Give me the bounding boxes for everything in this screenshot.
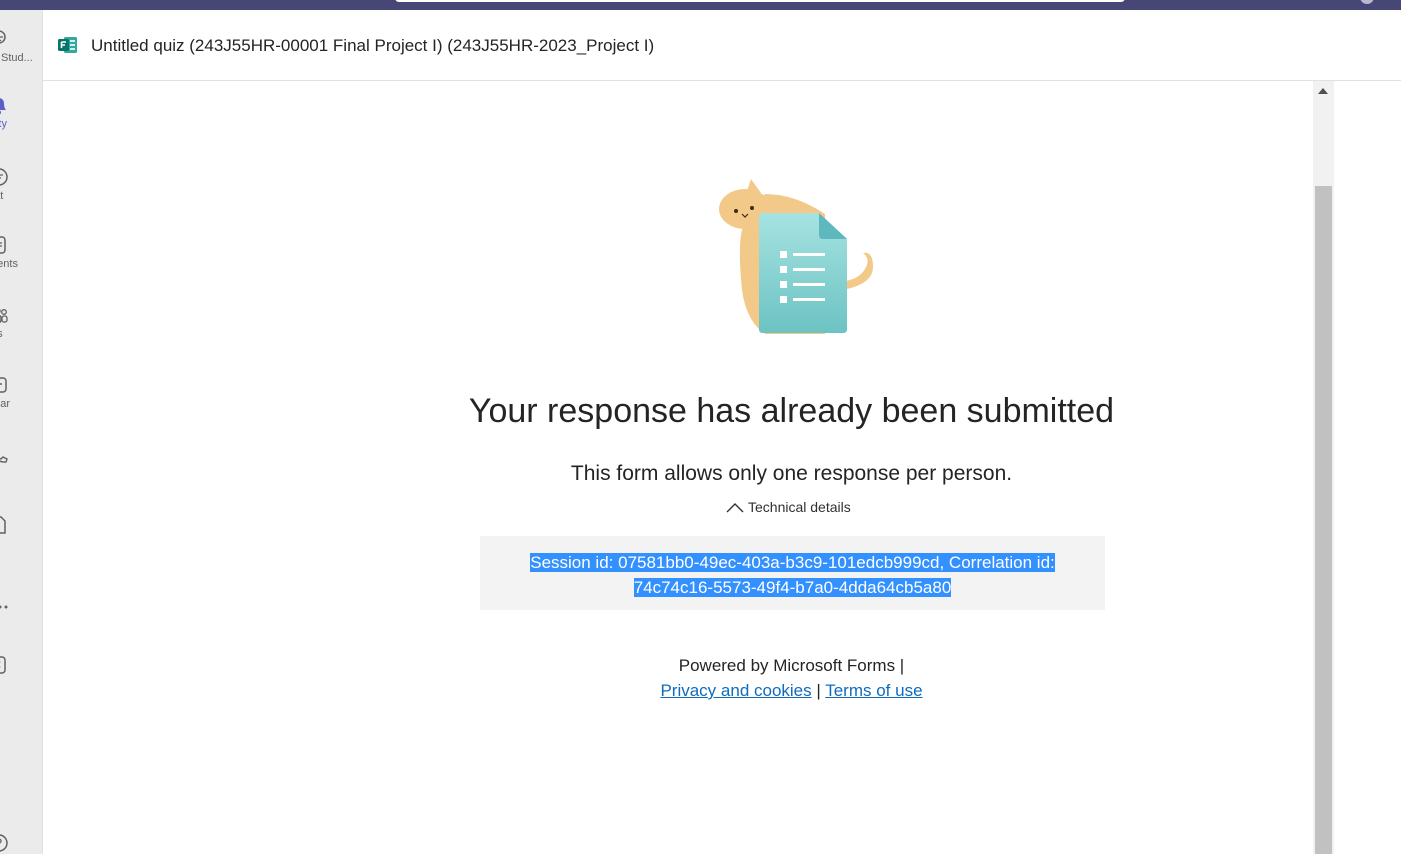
rail-label: ps <box>0 678 42 690</box>
student-icon <box>0 28 10 50</box>
right-gutter <box>1334 81 1401 854</box>
rail-item-chat[interactable]: hat <box>0 166 42 216</box>
rail-item-files[interactable]: es <box>0 514 42 564</box>
rail-label: Stud... <box>1 52 33 64</box>
rail-item-student[interactable]: Stud... <box>0 28 42 78</box>
link-separator: | <box>816 681 821 700</box>
help-icon <box>0 832 10 854</box>
rail-label: es <box>0 538 42 550</box>
rail-label: lls <box>0 468 42 480</box>
session-details-line1: Session id: 07581bb0-49ec-403a-b3c9-101e… <box>530 553 1055 572</box>
privacy-link[interactable]: Privacy and cookies <box>660 681 811 700</box>
forms-icon <box>58 36 78 54</box>
rail-item-assignments[interactable]: ments <box>0 234 42 284</box>
session-details[interactable]: Session id: 07581bb0-49ec-403a-b3c9-101e… <box>480 550 1105 600</box>
rail-label: ments <box>0 258 18 270</box>
rail-label: ivity <box>0 118 7 130</box>
form-content: Your response has already been submitted… <box>43 81 1313 854</box>
technical-details-panel: Session id: 07581bb0-49ec-403a-b3c9-101e… <box>480 536 1105 610</box>
rail-item-more[interactable] <box>0 596 42 646</box>
profile-avatar[interactable] <box>1360 0 1374 4</box>
rail-label: hat <box>0 190 4 202</box>
bell-icon <box>0 94 10 116</box>
teams-icon <box>0 304 10 326</box>
rail-item-calls[interactable]: lls <box>0 444 42 494</box>
scrollbar-thumb[interactable] <box>1315 186 1332 854</box>
footer-links: Privacy and cookies | Terms of use <box>43 681 1401 701</box>
rail-label: ndar <box>0 398 11 410</box>
subtext: This form allows only one response per p… <box>570 462 1013 485</box>
scroll-up-arrow-icon[interactable] <box>1318 88 1328 94</box>
files-icon <box>0 514 10 536</box>
search-box[interactable] <box>395 0 1125 2</box>
headline: Your response has already been submitted <box>468 392 1115 430</box>
page-title: Untitled quiz (243J55HR-00001 Final Proj… <box>91 36 655 55</box>
more-icon <box>0 596 10 618</box>
calendar-icon <box>0 374 10 396</box>
calls-icon <box>0 444 10 466</box>
tab-header: Untitled quiz (243J55HR-00001 Final Proj… <box>43 10 1401 81</box>
session-details-line2: 74c74c16-5573-49f4-b7a0-4dda64cb5a80 <box>633 578 952 597</box>
teams-top-bar <box>0 0 1401 10</box>
cat-with-form-illustration <box>719 179 873 334</box>
terms-link[interactable]: Terms of use <box>825 681 922 700</box>
apps-icon <box>0 654 10 676</box>
rail-item-apps[interactable]: ps <box>0 654 42 704</box>
rail-item-calendar[interactable]: ndar <box>0 374 42 424</box>
powered-by-text: Powered by Microsoft Forms | <box>678 656 905 675</box>
app-rail: Stud... ivity hat ments ms ndar lls <box>0 10 43 854</box>
assignments-icon <box>0 234 10 256</box>
rail-label: ms <box>0 328 42 340</box>
chevron-up-icon <box>726 500 744 513</box>
technical-details-label: Technical details <box>748 499 851 515</box>
rail-item-help[interactable] <box>0 832 42 854</box>
rail-item-teams[interactable]: ms <box>0 304 42 354</box>
vertical-scrollbar[interactable] <box>1313 81 1334 854</box>
rail-item-activity[interactable]: ivity <box>0 94 42 144</box>
chat-icon <box>0 166 10 188</box>
technical-details-toggle[interactable]: Technical details <box>726 499 851 515</box>
